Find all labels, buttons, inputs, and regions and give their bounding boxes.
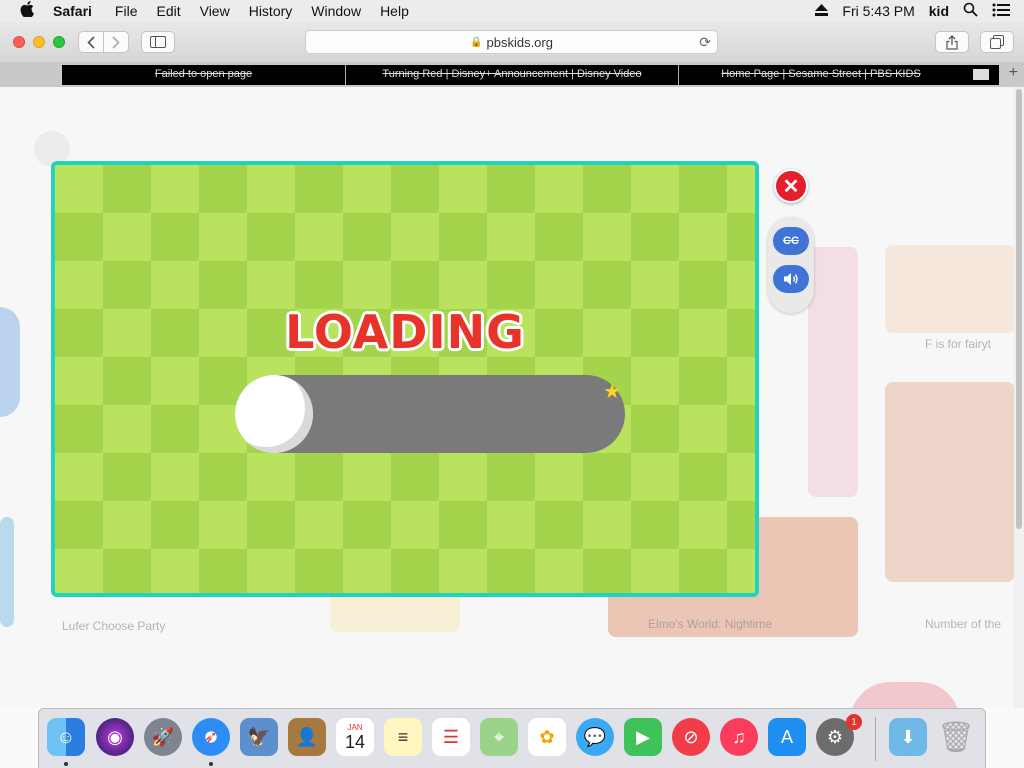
show-card-fairytale[interactable]: [885, 245, 1014, 333]
reload-icon[interactable]: ⟳: [699, 34, 711, 51]
game-controls-pill: CC: [768, 217, 814, 313]
notes-icon[interactable]: ≡: [384, 718, 422, 756]
menu-help[interactable]: Help: [380, 3, 409, 19]
dock: ☺ ◉ 🚀 ➶ 🦅 👤 JAN 14 ≡ ☰ ⌖ ✿ 💬 ▶ ⊘ ♫ A ⚙ 1…: [38, 708, 986, 768]
closed-captions-button[interactable]: CC: [773, 227, 809, 255]
show-label[interactable]: Elmo's World: Nightime: [648, 617, 772, 631]
share-button[interactable]: [935, 31, 969, 53]
browser-toolbar: 🔒 pbskids.org ⟳: [0, 22, 1024, 63]
notification-center-icon[interactable]: [992, 3, 1010, 20]
star-icon: ★: [603, 381, 621, 403]
page-scrollbar[interactable]: [1014, 87, 1024, 708]
game-frame[interactable]: LOADING ★: [51, 161, 759, 597]
show-label[interactable]: F is for fairyt: [925, 337, 991, 351]
bg-shape: [808, 247, 858, 497]
close-icon: ✕: [782, 175, 800, 198]
address-bar[interactable]: 🔒 pbskids.org ⟳: [305, 30, 718, 54]
progress-ball: [235, 375, 313, 453]
lock-icon: 🔒: [470, 36, 483, 48]
menubar-user[interactable]: kid: [929, 3, 949, 19]
siri-icon[interactable]: ◉: [96, 718, 134, 756]
menu-edit[interactable]: Edit: [156, 3, 180, 19]
menubar-clock[interactable]: Fri 5:43 PM: [842, 3, 914, 19]
messages-icon[interactable]: 💬: [576, 718, 614, 756]
music-icon[interactable]: ♫: [720, 718, 758, 756]
share-icon: [946, 34, 958, 50]
show-label[interactable]: Number of the: [925, 617, 1001, 631]
preview-icon[interactable]: 🦅: [240, 718, 278, 756]
bg-shape: [850, 682, 960, 708]
tab-active-current[interactable]: [963, 65, 999, 85]
photos-icon[interactable]: ✿: [528, 718, 566, 756]
window-minimize-button[interactable]: [33, 36, 45, 48]
sound-button[interactable]: [773, 265, 809, 293]
sidebar-icon: [150, 36, 166, 48]
tabs-icon: [990, 35, 1004, 49]
spotlight-search-icon[interactable]: [963, 2, 978, 20]
tab-turning-red[interactable]: Turning Red | Disney+ Announcement | Dis…: [346, 65, 679, 85]
tab-sesame-street[interactable]: Home Page | Sesame Street | PBS KIDS: [679, 65, 963, 85]
notification-badge: 1: [846, 714, 862, 730]
launchpad-icon[interactable]: 🚀: [144, 718, 182, 756]
bg-shape: [0, 307, 20, 417]
cc-icon: CC: [783, 235, 799, 247]
maps-icon[interactable]: ⌖: [480, 718, 518, 756]
address-text: pbskids.org: [486, 34, 553, 50]
chevron-left-icon: [87, 35, 95, 49]
app-store-icon[interactable]: A: [768, 718, 806, 756]
back-button[interactable]: [78, 31, 104, 53]
finder-icon[interactable]: ☺: [47, 718, 85, 756]
forward-button[interactable]: [103, 31, 129, 53]
menu-window[interactable]: Window: [311, 3, 361, 19]
loading-title: LOADING: [285, 305, 525, 359]
running-indicator: [64, 762, 68, 766]
scrollbar-thumb[interactable]: [1016, 89, 1022, 529]
tab-title: Home Page | Sesame Street | PBS KIDS: [721, 68, 921, 80]
reminders-icon[interactable]: ☰: [432, 718, 470, 756]
apple-menu-icon[interactable]: [20, 1, 34, 21]
trash-icon[interactable]: 🗑: [937, 718, 975, 756]
eject-icon[interactable]: [815, 3, 829, 19]
window-close-button[interactable]: [13, 36, 25, 48]
calendar-day: 14: [344, 731, 366, 752]
menu-history[interactable]: History: [249, 3, 293, 19]
show-card[interactable]: [330, 592, 460, 632]
downloads-folder-icon[interactable]: ⬇: [889, 718, 927, 756]
menu-file[interactable]: File: [115, 3, 138, 19]
show-label[interactable]: Lufer Choose Party: [62, 619, 165, 633]
tab-title: Failed to open page: [154, 68, 253, 80]
tab-overview-button[interactable]: [980, 31, 1014, 53]
speaker-icon: [784, 273, 798, 285]
calendar-icon[interactable]: JAN 14: [336, 718, 374, 756]
window-zoom-button[interactable]: [53, 36, 65, 48]
tab-placeholder-icon: [973, 69, 989, 80]
webpage: Lufer Choose Party Elmo's World: Nightim…: [0, 87, 1014, 708]
calendar-month: JAN: [347, 722, 363, 732]
tab-title: Turning Red | Disney+ Announcement | Dis…: [382, 68, 642, 80]
new-tab-button[interactable]: +: [1009, 64, 1018, 82]
contacts-icon[interactable]: 👤: [288, 718, 326, 756]
close-game-button[interactable]: ✕: [774, 169, 808, 203]
app-menu-safari[interactable]: Safari: [53, 3, 92, 19]
tab-bar: Failed to open page Turning Red | Disney…: [0, 62, 1024, 88]
menu-view[interactable]: View: [200, 3, 230, 19]
safari-icon[interactable]: ➶: [192, 718, 230, 756]
dock-separator: [875, 717, 876, 761]
show-card[interactable]: [885, 382, 1014, 582]
facetime-icon[interactable]: ▶: [624, 718, 662, 756]
news-icon[interactable]: ⊘: [672, 718, 710, 756]
bg-shape: [0, 517, 14, 627]
menubar: Safari File Edit View History Window Hel…: [0, 0, 1024, 22]
tab-failed-page[interactable]: Failed to open page: [62, 65, 346, 85]
chevron-right-icon: [112, 35, 120, 49]
running-indicator: [209, 762, 213, 766]
loading-progress-bar: ★: [235, 375, 625, 453]
sidebar-toggle-button[interactable]: [141, 31, 175, 53]
